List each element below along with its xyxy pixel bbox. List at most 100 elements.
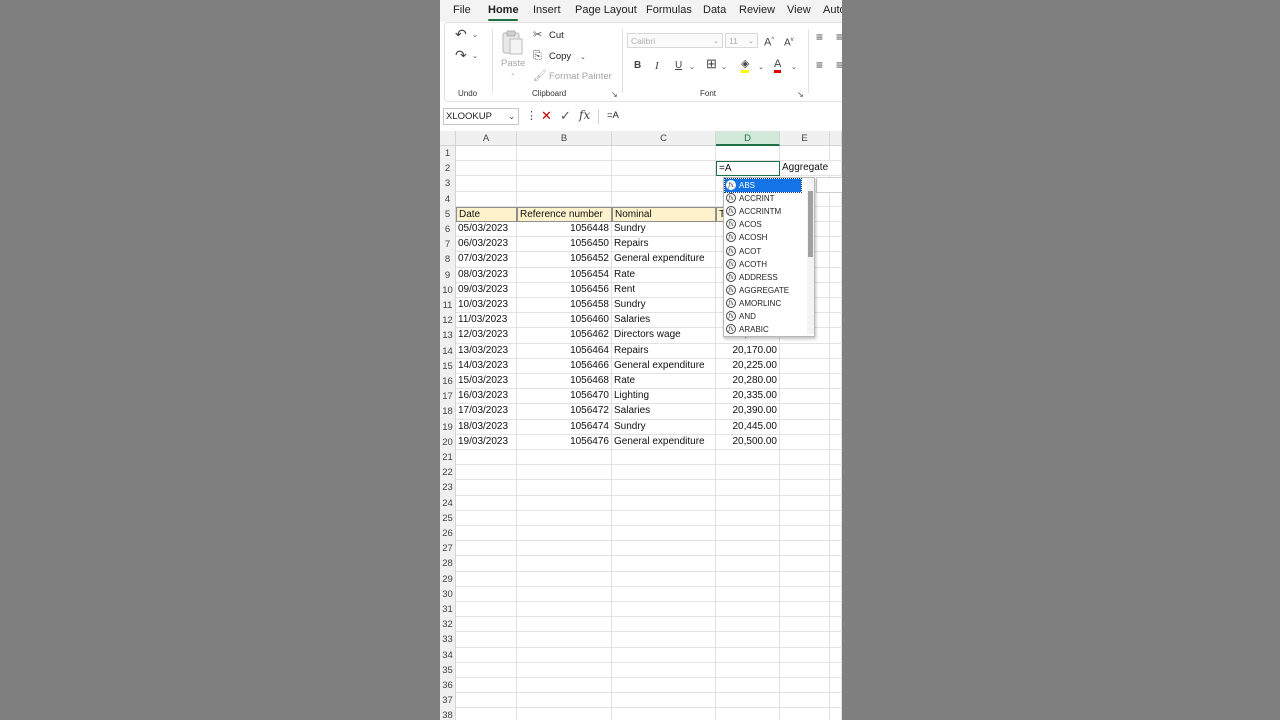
- undo-icon[interactable]: ↶: [455, 27, 467, 41]
- cell-b15[interactable]: 1056466: [517, 358, 612, 374]
- row-header[interactable]: 21: [440, 450, 456, 466]
- row-header[interactable]: 4: [440, 191, 456, 207]
- cell-d36[interactable]: [716, 678, 780, 694]
- cell-f8[interactable]: [830, 252, 842, 268]
- autocomplete-item[interactable]: fx ACOSH: [725, 231, 801, 244]
- cell-a18[interactable]: 17/03/2023: [456, 404, 517, 420]
- cell-b5[interactable]: Reference number: [517, 206, 612, 222]
- cell-c15[interactable]: General expenditure: [612, 358, 716, 374]
- align-left-icon[interactable]: ≡: [816, 59, 823, 71]
- cell-b9[interactable]: 1056454: [517, 267, 612, 283]
- row-header[interactable]: 5: [440, 206, 456, 222]
- cell-b24[interactable]: [517, 495, 612, 511]
- cell-f15[interactable]: [830, 358, 842, 374]
- cell-b13[interactable]: 1056462: [517, 328, 612, 344]
- cell-d18[interactable]: 20,390.00: [716, 404, 780, 420]
- underline-button[interactable]: U: [675, 60, 682, 72]
- cell-a22[interactable]: [456, 465, 517, 481]
- cell-a11[interactable]: 10/03/2023: [456, 298, 517, 314]
- cell-f24[interactable]: [830, 495, 842, 511]
- cell-d33[interactable]: [716, 632, 780, 648]
- autocomplete-item[interactable]: fx AGGREGATE: [725, 284, 801, 297]
- grow-font-icon[interactable]: A^: [764, 34, 774, 49]
- row-header[interactable]: 37: [440, 693, 456, 709]
- cell-a10[interactable]: 09/03/2023: [456, 282, 517, 298]
- tab-view[interactable]: View: [787, 4, 811, 16]
- row-header[interactable]: 1: [440, 146, 456, 162]
- cell-a31[interactable]: [456, 602, 517, 618]
- cell-a1[interactable]: [456, 146, 517, 162]
- row-header[interactable]: 11: [440, 298, 456, 314]
- cell-f18[interactable]: [830, 404, 842, 420]
- cell-d31[interactable]: [716, 602, 780, 618]
- tab-insert[interactable]: Insert: [533, 4, 561, 16]
- cell-a25[interactable]: [456, 510, 517, 526]
- cell-e37[interactable]: [780, 693, 830, 709]
- cell-f6[interactable]: [830, 222, 842, 238]
- cell-b19[interactable]: 1056474: [517, 419, 612, 435]
- cut-button[interactable]: Cut: [549, 30, 564, 41]
- row-header[interactable]: 36: [440, 678, 456, 694]
- cell-d19[interactable]: 20,445.00: [716, 419, 780, 435]
- cell-f27[interactable]: [830, 541, 842, 557]
- cell-d22[interactable]: [716, 465, 780, 481]
- cell-a30[interactable]: [456, 586, 517, 602]
- cell-b1[interactable]: [517, 146, 612, 162]
- cell-a16[interactable]: 15/03/2023: [456, 374, 517, 390]
- cell-f19[interactable]: [830, 419, 842, 435]
- row-header[interactable]: 16: [440, 374, 456, 390]
- cell-c16[interactable]: Rate: [612, 374, 716, 390]
- name-box[interactable]: XLOOKUP ⌄: [443, 108, 519, 125]
- row-header[interactable]: 7: [440, 237, 456, 253]
- cell-c38[interactable]: [612, 708, 716, 720]
- cell-a37[interactable]: [456, 693, 517, 709]
- cell-f7[interactable]: [830, 237, 842, 253]
- align-middle-icon[interactable]: ≡: [836, 31, 842, 43]
- autocomplete-item[interactable]: fx ACOT: [725, 245, 801, 258]
- borders-icon[interactable]: ⊞: [706, 57, 717, 70]
- cell-c31[interactable]: [612, 602, 716, 618]
- cell-c27[interactable]: [612, 541, 716, 557]
- cell-d26[interactable]: [716, 526, 780, 542]
- italic-button[interactable]: I: [655, 60, 659, 72]
- row-header[interactable]: 33: [440, 632, 456, 648]
- copy-button[interactable]: Copy: [549, 51, 571, 62]
- cell-e23[interactable]: [780, 480, 830, 496]
- cell-d17[interactable]: 20,335.00: [716, 389, 780, 405]
- cell-f13[interactable]: [830, 328, 842, 344]
- cell-c2[interactable]: [612, 161, 716, 177]
- autocomplete-scrollbar-thumb[interactable]: [808, 191, 813, 257]
- cell-b23[interactable]: [517, 480, 612, 496]
- cell-d16[interactable]: 20,280.00: [716, 374, 780, 390]
- cell-c22[interactable]: [612, 465, 716, 481]
- cell-e1[interactable]: [780, 146, 830, 162]
- cell-c21[interactable]: [612, 450, 716, 466]
- cell-a28[interactable]: [456, 556, 517, 572]
- cell-e2[interactable]: Aggregate: [780, 161, 830, 177]
- cell-b18[interactable]: 1056472: [517, 404, 612, 420]
- cell-d15[interactable]: 20,225.00: [716, 358, 780, 374]
- cell-c29[interactable]: [612, 571, 716, 587]
- cell-f38[interactable]: [830, 708, 842, 720]
- cell-e30[interactable]: [780, 586, 830, 602]
- column-header-b[interactable]: B: [517, 131, 612, 146]
- cell-f23[interactable]: [830, 480, 842, 496]
- cell-a26[interactable]: [456, 526, 517, 542]
- cell-a19[interactable]: 18/03/2023: [456, 419, 517, 435]
- align-top-icon[interactable]: ≡: [816, 31, 823, 43]
- row-header[interactable]: 14: [440, 343, 456, 359]
- row-header[interactable]: 34: [440, 647, 456, 663]
- cell-a21[interactable]: [456, 450, 517, 466]
- cell-f12[interactable]: [830, 313, 842, 329]
- cell-a8[interactable]: 07/03/2023: [456, 252, 517, 268]
- cell-c33[interactable]: [612, 632, 716, 648]
- cell-f16[interactable]: [830, 374, 842, 390]
- tab-review[interactable]: Review: [739, 4, 775, 16]
- row-header[interactable]: 29: [440, 571, 456, 587]
- cell-a3[interactable]: [456, 176, 517, 192]
- cell-b10[interactable]: 1056456: [517, 282, 612, 298]
- cell-f11[interactable]: [830, 298, 842, 314]
- cell-d20[interactable]: 20,500.00: [716, 434, 780, 450]
- cell-f5[interactable]: [830, 206, 842, 222]
- autocomplete-item[interactable]: fx ARABIC: [725, 323, 801, 336]
